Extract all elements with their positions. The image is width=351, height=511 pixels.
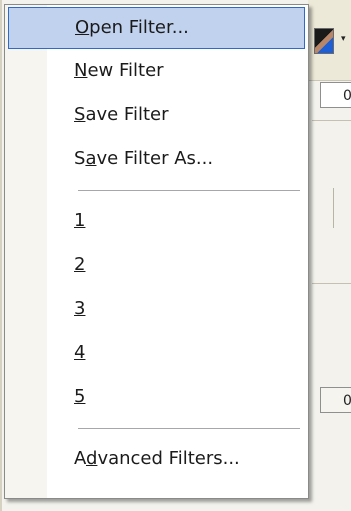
- menu-separator: [78, 190, 300, 191]
- menu-item-recent-4[interactable]: 4: [5, 331, 308, 375]
- background-divider: [333, 188, 334, 228]
- menu-item-mnemonic: N: [74, 60, 88, 81]
- background-field-bottom[interactable]: 0: [320, 387, 351, 413]
- menu-item-recent-5[interactable]: 5: [5, 375, 308, 419]
- menu-item-mnemonic: S: [74, 104, 86, 125]
- filter-menu: Open Filter... New Filter Save Filter Sa…: [4, 4, 309, 499]
- menu-item-label-rest: ew Filter: [87, 60, 164, 81]
- menu-separator: [78, 428, 300, 429]
- menu-item-mnemonic: 2: [74, 254, 86, 275]
- menu-item-mnemonic: O: [75, 17, 90, 38]
- menu-item-mnemonic: d: [86, 448, 98, 469]
- chevron-down-icon[interactable]: ▾: [341, 34, 346, 44]
- menu-item-save-filter[interactable]: Save Filter: [5, 93, 308, 137]
- background-field-top[interactable]: 0: [320, 82, 351, 108]
- menu-item-label-prefix: S: [74, 148, 86, 169]
- menu-item-mnemonic: a: [85, 148, 97, 169]
- menu-item-recent-3[interactable]: 3: [5, 287, 308, 331]
- menu-item-label-rest: vanced Filters...: [97, 448, 240, 469]
- color-picker-icon[interactable]: [314, 28, 334, 54]
- menu-item-label-prefix: A: [74, 448, 86, 469]
- background-left-border: [0, 0, 2, 511]
- menu-item-advanced-filters[interactable]: Advanced Filters...: [5, 437, 308, 481]
- menu-item-mnemonic: 1: [74, 210, 86, 231]
- menu-item-mnemonic: 3: [74, 298, 86, 319]
- menu-item-new-filter[interactable]: New Filter: [5, 49, 308, 93]
- background-divider: [312, 120, 351, 121]
- menu-item-mnemonic: 5: [74, 386, 86, 407]
- background-divider: [312, 283, 351, 284]
- menu-item-label-rest: ave Filter: [85, 104, 169, 125]
- menu-items: Open Filter... New Filter Save Filter Sa…: [5, 5, 308, 481]
- menu-item-open-filter[interactable]: Open Filter...: [8, 7, 305, 49]
- menu-item-mnemonic: 4: [74, 342, 86, 363]
- menu-item-recent-2[interactable]: 2: [5, 243, 308, 287]
- menu-item-label-rest: ve Filter As...: [96, 148, 214, 169]
- menu-item-label-rest: pen Filter...: [89, 17, 189, 38]
- menu-item-recent-1[interactable]: 1: [5, 199, 308, 243]
- menu-item-save-filter-as[interactable]: Save Filter As...: [5, 137, 308, 181]
